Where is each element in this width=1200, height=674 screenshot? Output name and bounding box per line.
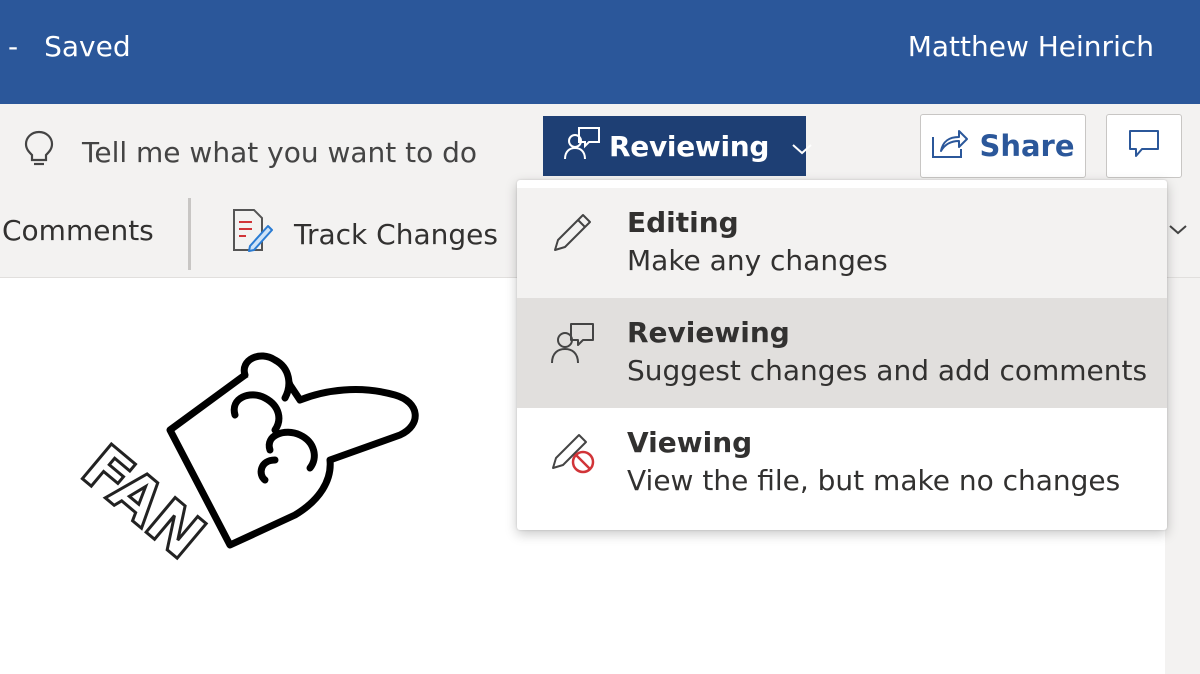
save-status-text[interactable]: Saved — [44, 30, 131, 63]
track-changes-icon — [230, 208, 274, 261]
title-bar: - Saved Matthew Heinrich — [0, 0, 1200, 104]
mode-dropdown-button[interactable]: Reviewing — [543, 116, 812, 176]
track-changes-button[interactable]: Track Changes — [230, 208, 498, 261]
pencil-icon — [549, 208, 597, 256]
fan-hand-sticker-image: FAN — [70, 352, 419, 575]
pencil-prohibited-icon — [549, 428, 597, 476]
menu-item-title: Reviewing — [627, 316, 790, 349]
comments-ribbon-button[interactable]: Comments — [2, 214, 154, 247]
document-save-status: - Saved — [8, 30, 131, 63]
menu-item-title: Editing — [627, 206, 739, 239]
share-icon — [931, 127, 969, 166]
menu-item-description: Suggest changes and add comments — [627, 354, 1148, 387]
track-changes-label: Track Changes — [294, 218, 498, 251]
menu-item-editing[interactable]: Editing Make any changes — [517, 188, 1167, 298]
menu-item-description: View the file, but make no changes — [627, 464, 1121, 497]
chevron-down-icon — [791, 130, 813, 163]
comment-bubble-icon — [1128, 129, 1160, 163]
tell-me-search[interactable]: Tell me what you want to do — [22, 128, 477, 176]
menu-item-description: Make any changes — [627, 244, 888, 277]
lightbulb-icon — [22, 129, 56, 176]
mode-button-label: Reviewing — [609, 129, 770, 163]
menu-item-title: Viewing — [627, 426, 753, 459]
tell-me-placeholder: Tell me what you want to do — [82, 135, 478, 169]
user-name[interactable]: Matthew Heinrich — [908, 30, 1154, 63]
chevron-down-icon[interactable] — [1168, 222, 1188, 241]
title-separator: - — [8, 30, 19, 63]
share-label: Share — [979, 129, 1075, 163]
ribbon-divider — [188, 198, 191, 270]
share-button[interactable]: Share — [920, 114, 1086, 178]
menu-item-reviewing[interactable]: Reviewing Suggest changes and add commen… — [517, 298, 1167, 408]
command-bar: Tell me what you want to do Reviewing Sh… — [0, 104, 1200, 188]
reviewer-person-icon — [549, 318, 597, 366]
menu-item-viewing[interactable]: Viewing View the file, but make no chang… — [517, 408, 1167, 518]
scrollbar-track[interactable] — [1165, 278, 1200, 674]
mode-dropdown-menu: Editing Make any changes Reviewing Sugge… — [517, 180, 1167, 530]
comments-pane-button[interactable] — [1106, 114, 1182, 178]
reviewer-person-icon — [563, 124, 601, 169]
